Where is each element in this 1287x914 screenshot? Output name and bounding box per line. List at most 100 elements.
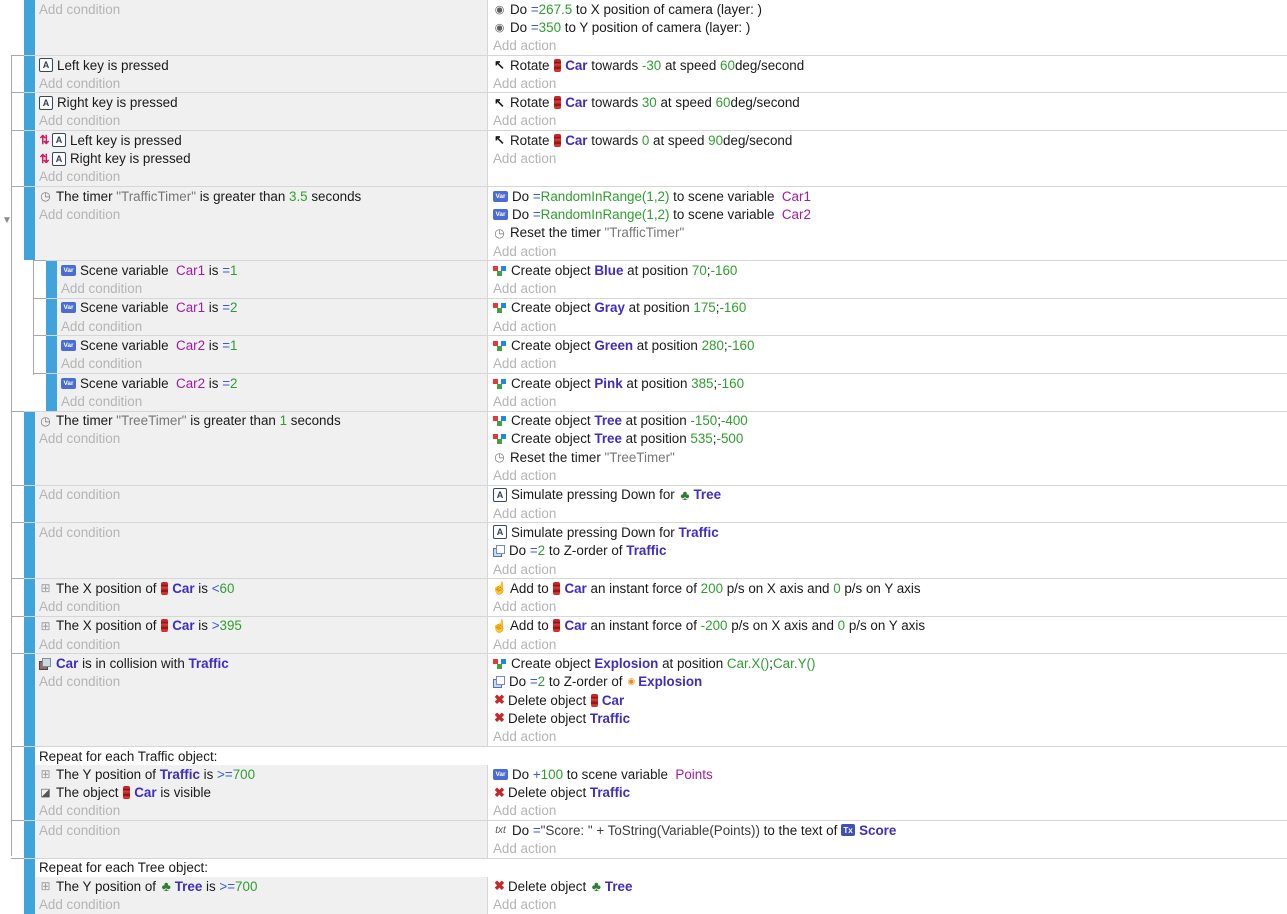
action-line[interactable]: ✖Delete object Traffic — [493, 783, 1287, 801]
add-action-button[interactable]: Add action — [493, 317, 1287, 335]
action-line[interactable]: ◷Reset the timer "TrafficTimer" — [493, 224, 1287, 242]
add-condition-button[interactable]: Add condition — [39, 673, 487, 691]
event-selector-bar[interactable] — [24, 579, 35, 616]
event[interactable]: Add condition txtDo ="Score: " + ToString… — [24, 820, 1287, 858]
add-action-button[interactable]: Add action — [493, 466, 1287, 484]
condition-line[interactable]: ◪The object Car is visible — [39, 783, 487, 801]
condition-line[interactable]: VarScene variable Car1 is =1 — [61, 261, 487, 279]
add-condition-button[interactable]: Add condition — [39, 523, 487, 541]
event-selector-bar[interactable] — [46, 336, 57, 373]
event-selector-bar[interactable] — [24, 93, 35, 130]
add-action-button[interactable]: Add action — [493, 355, 1287, 373]
event[interactable]: Add condition◉Do =267.5 to X position of… — [24, 0, 1287, 55]
action-line[interactable]: ASimulate pressing Down for ♣Tree — [493, 486, 1287, 504]
event-selector-bar[interactable] — [24, 187, 35, 260]
add-condition-button[interactable]: Add condition — [39, 635, 487, 653]
add-condition-button[interactable]: Add condition — [39, 168, 487, 186]
condition-line[interactable]: ⇅ARight key is pressed — [39, 149, 487, 167]
condition-line[interactable]: ALeft key is pressed — [39, 56, 487, 74]
event-selector-bar[interactable] — [46, 299, 57, 336]
event-selector-bar[interactable] — [24, 821, 35, 858]
action-line[interactable]: VarDo =RandomInRange(1,2) to scene varia… — [493, 187, 1287, 205]
event-selector-bar[interactable] — [24, 131, 35, 186]
event-selector-bar[interactable] — [24, 617, 35, 654]
action-line[interactable]: Create object Pink at position 385;-160 — [493, 374, 1287, 392]
event[interactable]: ARight key is pressedAdd condition ↖Rotat… — [24, 92, 1287, 130]
add-condition-button[interactable]: Add condition — [61, 279, 487, 297]
condition-line[interactable]: ARight key is pressed — [39, 93, 487, 111]
action-line[interactable]: ✖Delete object Car — [493, 691, 1287, 709]
event-selector-bar[interactable] — [24, 747, 35, 820]
event-selector-bar[interactable] — [24, 486, 35, 523]
event-selector-bar[interactable] — [24, 56, 35, 93]
add-condition-button[interactable]: Add condition — [61, 355, 487, 373]
event[interactable]: ALeft key is pressedAdd condition ↖Rotate… — [24, 55, 1287, 93]
event[interactable]: Add condition ASimulate pressing Down for… — [24, 485, 1287, 523]
condition-line[interactable]: ◷The timer "TrafficTimer" is greater tha… — [39, 187, 487, 205]
add-action-button[interactable]: Add action — [493, 37, 1287, 55]
condition-line[interactable]: ⊞The X position of Car is >395 — [39, 617, 487, 635]
condition-line[interactable]: VarScene variable Car1 is =2 — [61, 299, 487, 317]
action-line[interactable]: ↖Rotate Car towards 30 at speed 60deg/se… — [493, 93, 1287, 111]
condition-line[interactable]: Car is in collision with Traffic — [39, 654, 487, 672]
event[interactable]: VarScene variable Car1 is =1Add conditio… — [46, 260, 1287, 298]
condition-line[interactable]: ◷The timer "TreeTimer" is greater than 1… — [39, 412, 487, 430]
event-header-repeat[interactable]: Repeat for each Traffic object: — [35, 747, 1287, 765]
add-condition-button[interactable]: Add condition — [39, 895, 487, 913]
add-action-button[interactable]: Add action — [493, 839, 1287, 857]
action-line[interactable]: ✖Delete object Traffic — [493, 709, 1287, 727]
action-line[interactable]: ↖Rotate Car towards -30 at speed 60deg/s… — [493, 56, 1287, 74]
action-line[interactable]: ☝Add to Car an instant force of -200 p/s… — [493, 617, 1287, 635]
condition-line[interactable]: ⊞The Y position of Traffic is >=700 — [39, 765, 487, 783]
condition-line[interactable]: ⊞The Y position of ♣Tree is >=700 — [39, 877, 487, 895]
add-condition-button[interactable]: Add condition — [39, 74, 487, 92]
add-action-button[interactable]: Add action — [493, 504, 1287, 522]
event-selector-bar[interactable] — [24, 859, 35, 914]
event[interactable]: Repeat for each Tree object:⊞The Y posit… — [24, 858, 1287, 914]
action-line[interactable]: Do =2 to Z-order of ◉Explosion — [493, 673, 1287, 691]
event[interactable]: ⊞The X position of Car is <60Add conditi… — [24, 578, 1287, 616]
add-condition-button[interactable]: Add condition — [39, 486, 487, 504]
event-selector-bar[interactable] — [46, 374, 57, 411]
action-line[interactable]: Create object Tree at position 535;-500 — [493, 430, 1287, 448]
collapse-arrow-icon[interactable]: ▼ — [2, 216, 12, 226]
action-line[interactable]: txtDo ="Score: " + ToString(Variable(Poi… — [493, 821, 1287, 839]
action-line[interactable]: ◷Reset the timer "TreeTimer" — [493, 448, 1287, 466]
add-action-button[interactable]: Add action — [493, 112, 1287, 130]
add-action-button[interactable]: Add action — [493, 149, 1287, 167]
add-condition-button[interactable]: Add condition — [39, 0, 487, 18]
add-condition-button[interactable]: Add condition — [39, 598, 487, 616]
condition-line[interactable]: VarScene variable Car2 is =2 — [61, 374, 487, 392]
add-condition-button[interactable]: Add condition — [39, 802, 487, 820]
event[interactable]: Repeat for each Traffic object:⊞The Y po… — [24, 746, 1287, 820]
add-action-button[interactable]: Add action — [493, 560, 1287, 578]
action-line[interactable]: ✖Delete object ♣Tree — [493, 877, 1287, 895]
add-condition-button[interactable]: Add condition — [39, 205, 487, 223]
add-condition-button[interactable]: Add condition — [61, 317, 487, 335]
action-line[interactable]: Create object Explosion at position Car.… — [493, 654, 1287, 672]
add-action-button[interactable]: Add action — [493, 242, 1287, 260]
add-condition-button[interactable]: Add condition — [39, 430, 487, 448]
event[interactable]: VarScene variable Car2 is =1Add conditio… — [46, 335, 1287, 373]
action-line[interactable]: Create object Green at position 280;-160 — [493, 336, 1287, 354]
add-action-button[interactable]: Add action — [493, 802, 1287, 820]
action-line[interactable]: ☝Add to Car an instant force of 200 p/s … — [493, 579, 1287, 597]
action-line[interactable]: Create object Gray at position 175;-160 — [493, 299, 1287, 317]
add-action-button[interactable]: Add action — [493, 279, 1287, 297]
action-line[interactable]: ASimulate pressing Down for Traffic — [493, 523, 1287, 541]
condition-line[interactable]: ⊞The X position of Car is <60 — [39, 579, 487, 597]
action-line[interactable]: ◉Do =350 to Y position of camera (layer:… — [493, 18, 1287, 36]
action-line[interactable]: VarDo +100 to scene variable Points — [493, 765, 1287, 783]
event[interactable]: ◷The timer "TrafficTimer" is greater tha… — [24, 186, 1287, 260]
event[interactable]: ⇅ALeft key is pressed⇅ARight key is pres… — [24, 130, 1287, 186]
add-condition-button[interactable]: Add condition — [61, 392, 487, 410]
add-action-button[interactable]: Add action — [493, 74, 1287, 92]
event-selector-bar[interactable] — [24, 412, 35, 485]
event[interactable]: Add condition ASimulate pressing Down for… — [24, 522, 1287, 578]
event-selector-bar[interactable] — [24, 0, 35, 55]
action-line[interactable]: VarDo =RandomInRange(1,2) to scene varia… — [493, 205, 1287, 223]
add-condition-button[interactable]: Add condition — [39, 112, 487, 130]
add-condition-button[interactable]: Add condition — [39, 821, 487, 839]
event[interactable]: VarScene variable Car2 is =2Add conditio… — [46, 373, 1287, 411]
action-line[interactable]: Create object Blue at position 70;-160 — [493, 261, 1287, 279]
